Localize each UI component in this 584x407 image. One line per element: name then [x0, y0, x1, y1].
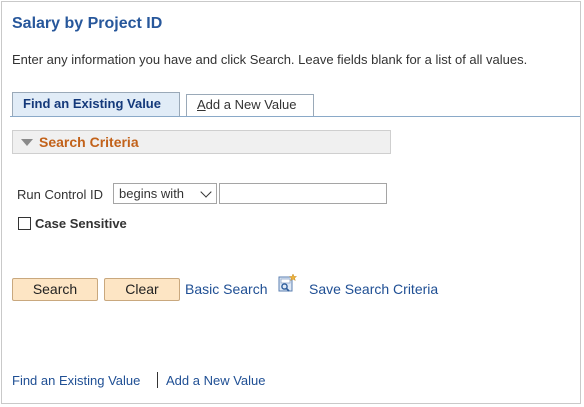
tab-add-label: dd a New Value — [205, 97, 297, 112]
save-search-criteria-link[interactable]: Save Search Criteria — [309, 281, 438, 297]
tab-add-new-value[interactable]: Add a New Value — [186, 94, 314, 116]
clear-button[interactable]: Clear — [104, 278, 180, 301]
save-search-icon[interactable] — [278, 273, 298, 293]
tab-add-accesskey: A — [197, 97, 206, 112]
tab-divider — [10, 116, 580, 117]
collapse-triangle-icon[interactable] — [21, 139, 33, 146]
run-control-operator-select[interactable]: begins with — [113, 183, 217, 204]
tab-find-label: Find an Existing Value — [23, 96, 161, 111]
run-control-id-input[interactable] — [219, 183, 387, 204]
footer-add-new-link[interactable]: Add a New Value — [166, 373, 266, 388]
tab-find-existing-value[interactable]: Find an Existing Value — [12, 92, 180, 117]
search-button[interactable]: Search — [12, 278, 98, 301]
case-sensitive-checkbox[interactable] — [18, 217, 31, 230]
search-criteria-label: Search Criteria — [39, 134, 139, 150]
footer-find-existing-link[interactable]: Find an Existing Value — [12, 373, 140, 388]
basic-search-link[interactable]: Basic Search — [185, 281, 267, 297]
instructions-text: Enter any information you have and click… — [12, 52, 528, 67]
page-title: Salary by Project ID — [12, 15, 163, 32]
chevron-down-icon — [200, 186, 212, 198]
search-criteria-header[interactable]: Search Criteria — [12, 130, 391, 154]
run-control-id-label: Run Control ID — [17, 187, 103, 202]
case-sensitive-label: Case Sensitive — [35, 216, 127, 231]
operator-selected-value: begins with — [119, 186, 185, 201]
footer-separator — [157, 372, 158, 388]
